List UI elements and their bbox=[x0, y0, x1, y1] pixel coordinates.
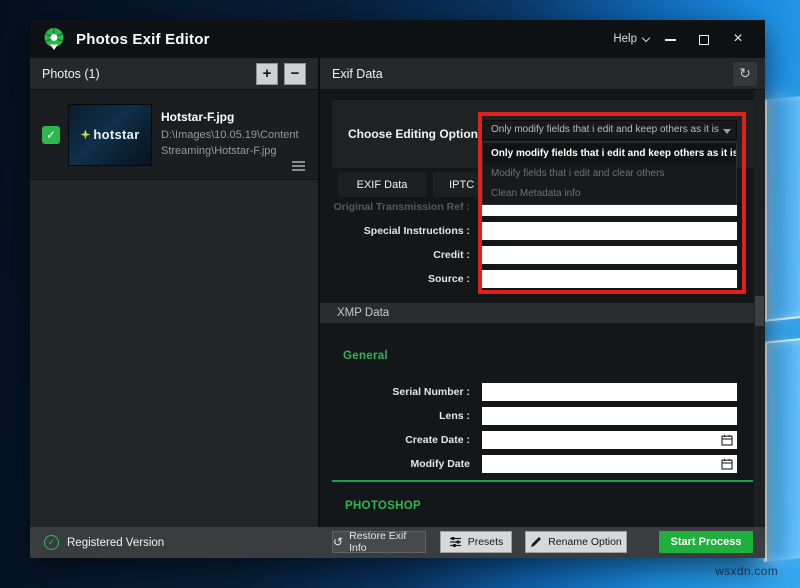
hotstar-star-icon bbox=[80, 130, 90, 140]
dropdown-selected-value: Only modify fields that i edit and keep … bbox=[491, 124, 719, 135]
field-label: Source : bbox=[320, 270, 470, 288]
start-button-label: Start Process bbox=[671, 536, 742, 548]
photo-checkbox[interactable]: ✓ bbox=[42, 126, 60, 144]
minimize-button[interactable] bbox=[657, 32, 683, 47]
restore-icon: ↺ bbox=[333, 535, 343, 549]
photo-list-actions: + − bbox=[256, 63, 306, 85]
presets-button[interactable]: Presets bbox=[440, 531, 512, 553]
registered-check-icon: ✓ bbox=[44, 535, 59, 550]
field-row-source: Source : bbox=[320, 270, 754, 288]
xmp-data-header: XMP Data bbox=[320, 303, 754, 323]
exif-panel-header: Exif Data ↻ bbox=[320, 58, 765, 90]
main-area: Photos (1) + − ✓ hotstar Hotstar-F.jpg D… bbox=[30, 58, 765, 527]
create-date-input[interactable] bbox=[482, 431, 737, 449]
thumbnail-logo-text: hotstar bbox=[93, 127, 139, 142]
exif-panel: Exif Data ↻ Choose Editing Option: Only … bbox=[320, 58, 765, 527]
pencil-icon bbox=[530, 536, 542, 548]
special-instructions-input[interactable] bbox=[482, 222, 737, 240]
maximize-button[interactable] bbox=[691, 32, 717, 47]
photo-info: Hotstar-F.jpg D:\Images\10.05.19\Content… bbox=[161, 110, 308, 159]
dropdown-option-clear-others[interactable]: Modify fields that i edit and clear othe… bbox=[483, 164, 736, 184]
restore-button-label: Restore Exif Info bbox=[349, 530, 425, 554]
photo-filepath: D:\Images\10.05.19\Content Streaming\Hot… bbox=[161, 128, 313, 159]
minimize-icon bbox=[665, 39, 676, 41]
field-label: Modify Date bbox=[320, 455, 470, 473]
field-label: Create Date : bbox=[320, 431, 470, 449]
source-input[interactable] bbox=[482, 270, 737, 288]
field-row-special-instructions: Special Instructions : bbox=[320, 222, 754, 240]
field-label: Original Transmission Ref : bbox=[320, 198, 470, 216]
photos-panel-title: Photos (1) bbox=[42, 67, 100, 81]
scrollbar[interactable] bbox=[754, 90, 765, 527]
footer-bar: ✓ Registered Version ↺ Restore Exif Info… bbox=[30, 527, 765, 558]
dropdown-option-keep-others[interactable]: Only modify fields that i edit and keep … bbox=[483, 143, 736, 164]
editing-option-dropdown-list: Only modify fields that i edit and keep … bbox=[482, 142, 737, 205]
app-window: Photos Exif Editor Help × Photos (1) + −… bbox=[30, 20, 765, 558]
restore-exif-info-button[interactable]: ↺ Restore Exif Info bbox=[332, 531, 426, 553]
photos-panel-header: Photos (1) + − bbox=[30, 58, 318, 90]
field-label: Lens : bbox=[320, 407, 470, 425]
field-label: Credit : bbox=[320, 246, 470, 264]
calendar-icon[interactable] bbox=[721, 458, 733, 470]
field-row-serial-number: Serial Number : bbox=[320, 383, 754, 401]
remove-photo-button[interactable]: − bbox=[284, 63, 306, 85]
photo-filename: Hotstar-F.jpg bbox=[161, 110, 308, 124]
section-divider bbox=[332, 480, 753, 482]
presets-sliders-icon bbox=[449, 536, 462, 548]
photo-thumbnail: hotstar bbox=[68, 104, 152, 166]
app-title: Photos Exif Editor bbox=[76, 31, 210, 48]
registered-version-label: Registered Version bbox=[67, 537, 164, 549]
chevron-down-icon bbox=[642, 33, 650, 41]
credit-input[interactable] bbox=[482, 246, 737, 264]
add-photo-button[interactable]: + bbox=[256, 63, 278, 85]
dropdown-caret-icon bbox=[723, 129, 731, 134]
title-bar: Photos Exif Editor Help × bbox=[30, 20, 765, 58]
exif-panel-title: Exif Data bbox=[332, 67, 383, 81]
field-row-create-date: Create Date : bbox=[320, 431, 754, 449]
presets-button-label: Presets bbox=[468, 536, 504, 548]
scrollbar-thumb[interactable] bbox=[755, 296, 764, 326]
tab-exif-data[interactable]: EXIF Data bbox=[338, 172, 426, 197]
close-button[interactable]: × bbox=[725, 34, 751, 44]
rename-option-button[interactable]: Rename Option bbox=[525, 531, 627, 553]
choose-editing-option-label: Choose Editing Option: bbox=[348, 127, 482, 141]
item-menu-icon[interactable] bbox=[292, 165, 305, 167]
field-row-credit: Credit : bbox=[320, 246, 754, 264]
exif-panel-body: Choose Editing Option: Only modify field… bbox=[320, 90, 765, 527]
help-label: Help bbox=[613, 33, 637, 45]
field-label: Serial Number : bbox=[320, 383, 470, 401]
general-section-label: General bbox=[343, 350, 388, 362]
photoshop-section-label: PHOTOSHOP bbox=[345, 500, 421, 512]
help-menu[interactable]: Help bbox=[613, 33, 649, 45]
photos-panel: Photos (1) + − ✓ hotstar Hotstar-F.jpg D… bbox=[30, 58, 320, 527]
wallpaper-window-pane-top bbox=[764, 96, 800, 322]
wallpaper-window-pane-bottom bbox=[764, 338, 800, 562]
rename-button-label: Rename Option bbox=[548, 536, 622, 548]
titlebar-controls: Help × bbox=[613, 32, 751, 47]
start-process-button[interactable]: Start Process bbox=[659, 531, 753, 553]
editing-option-dropdown[interactable]: Only modify fields that i edit and keep … bbox=[482, 120, 737, 140]
registered-version: ✓ Registered Version bbox=[44, 535, 164, 550]
lens-input[interactable] bbox=[482, 407, 737, 425]
desktop: { "desktop": { "watermark": "wsxdn.com" … bbox=[0, 0, 800, 588]
modify-date-input[interactable] bbox=[482, 455, 737, 473]
dropdown-option-clean-metadata[interactable]: Clean Metadata info bbox=[483, 184, 736, 204]
field-label: Special Instructions : bbox=[320, 222, 470, 240]
serial-number-input[interactable] bbox=[482, 383, 737, 401]
field-row-modify-date: Modify Date bbox=[320, 455, 754, 473]
photo-list-item[interactable]: ✓ hotstar Hotstar-F.jpg D:\Images\10.05.… bbox=[30, 90, 318, 180]
refresh-button[interactable]: ↻ bbox=[733, 62, 757, 86]
field-row-lens: Lens : bbox=[320, 407, 754, 425]
app-logo-icon bbox=[42, 27, 66, 51]
watermark-text: wsxdn.com bbox=[715, 564, 778, 578]
calendar-icon[interactable] bbox=[721, 434, 733, 446]
maximize-icon bbox=[699, 35, 709, 45]
